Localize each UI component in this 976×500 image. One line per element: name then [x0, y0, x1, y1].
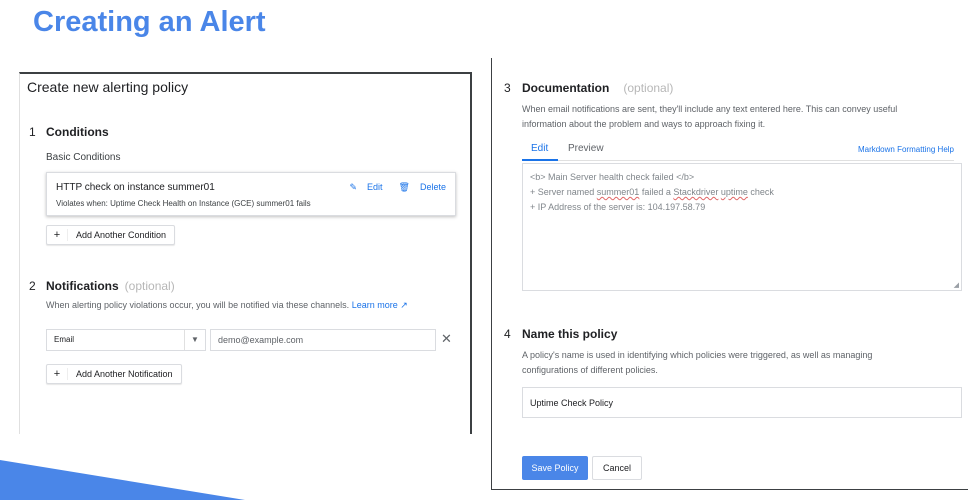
doc-text: uptime: [720, 187, 748, 197]
notifications-description: When alerting policy violations occur, y…: [46, 300, 408, 311]
section-number-name: 4: [504, 327, 511, 341]
channel-type-value: Email: [54, 335, 75, 344]
basic-conditions-label: Basic Conditions: [46, 152, 121, 163]
trash-icon: 🗑: [398, 182, 410, 192]
chevron-down-icon: ▼: [184, 330, 205, 350]
add-condition-label: Add Another Condition: [76, 230, 167, 240]
optional-label: (optional): [124, 279, 175, 293]
delete-label: Delete: [419, 182, 446, 192]
documentation-title-text: Documentation: [522, 81, 610, 95]
edit-label: Edit: [367, 182, 383, 192]
decorative-corner-shape: [0, 460, 245, 500]
section-title-conditions: Conditions: [46, 125, 109, 139]
learn-more-text: Learn more: [351, 300, 398, 310]
section-number-conditions: 1: [29, 125, 36, 139]
name-policy-description-line: A policy's name is used in identifying w…: [522, 350, 873, 360]
section-title-documentation: Documentation (optional): [522, 81, 673, 95]
add-condition-button[interactable]: + Add Another Condition: [46, 225, 176, 245]
resize-handle-icon[interactable]: ◢: [954, 281, 959, 289]
plus-icon: +: [47, 229, 68, 241]
policy-name-field[interactable]: Uptime Check Policy: [522, 387, 962, 418]
email-placeholder: demo@example.com: [218, 335, 304, 345]
policy-name-value: Uptime Check Policy: [530, 398, 614, 408]
doc-text: Stackdriver: [673, 187, 719, 197]
section-number-notifications: 2: [29, 279, 36, 293]
email-field[interactable]: demo@example.com: [210, 329, 436, 351]
delete-condition-link[interactable]: 🗑 Delete: [391, 182, 446, 192]
tab-preview[interactable]: Preview: [568, 143, 604, 154]
save-policy-button[interactable]: Save Policy: [522, 456, 588, 480]
markdown-help-link[interactable]: Markdown Formatting Help: [858, 145, 954, 154]
documentation-panel: 3 Documentation (optional) When email not…: [491, 58, 968, 490]
optional-label: (optional): [623, 81, 674, 95]
documentation-description-line: When email notifications are sent, they'…: [522, 104, 898, 114]
doc-text: summer01: [596, 187, 640, 197]
tab-edit[interactable]: Edit: [531, 143, 548, 154]
external-link-icon: ↗: [400, 300, 408, 310]
doc-line: <b> Main Server health check failed </b>: [530, 172, 695, 182]
condition-description: Violates when: Uptime Check Health on In…: [56, 199, 311, 208]
remove-notification-close-icon[interactable]: ✕: [441, 331, 452, 347]
edit-icon: ✎: [349, 182, 358, 192]
section-number-documentation: 3: [504, 81, 511, 95]
slide-title: Creating an Alert: [33, 6, 266, 38]
section-title-notifications: Notifications (optional): [46, 279, 175, 293]
condition-card: HTTP check on instance summer01 Violates…: [46, 172, 456, 216]
doc-text: failed a: [639, 187, 674, 197]
section-title-name: Name this policy: [522, 327, 618, 341]
notifications-description-text: When alerting policy violations occur, y…: [46, 300, 350, 310]
create-policy-panel: Create new alerting policy 1 Conditions …: [19, 72, 472, 434]
documentation-description: When email notifications are sent, they'…: [522, 102, 897, 132]
doc-text: check: [747, 187, 774, 197]
panel-header: Create new alerting policy: [27, 79, 189, 95]
doc-text: + Server named: [530, 187, 597, 197]
doc-line: + Server named summer01 failed a Stackdr…: [530, 187, 774, 197]
channel-type-select[interactable]: Email ▼: [46, 329, 206, 351]
notifications-title-text: Notifications: [46, 279, 119, 293]
add-notification-button[interactable]: + Add Another Notification: [46, 364, 182, 384]
add-notification-label: Add Another Notification: [76, 369, 173, 379]
doc-tabs: Edit Preview Markdown Formatting Help: [522, 142, 954, 161]
documentation-textarea[interactable]: <b> Main Server health check failed </b>…: [522, 163, 962, 291]
active-tab-indicator: [522, 159, 558, 161]
cancel-button[interactable]: Cancel: [592, 456, 642, 480]
documentation-description-line: information about the problem and ways t…: [522, 119, 766, 129]
name-policy-description: A policy's name is used in identifying w…: [522, 348, 872, 378]
condition-actions: ✎ Edit 🗑 Delete: [333, 182, 446, 193]
condition-title: HTTP check on instance summer01: [56, 182, 215, 193]
plus-icon: +: [47, 368, 68, 380]
name-policy-description-line: configurations of different policies.: [522, 365, 658, 375]
learn-more-link[interactable]: Learn more ↗: [352, 300, 408, 310]
doc-line: + IP Address of the server is: 104.197.5…: [530, 202, 706, 212]
edit-condition-link[interactable]: ✎ Edit: [341, 182, 382, 192]
